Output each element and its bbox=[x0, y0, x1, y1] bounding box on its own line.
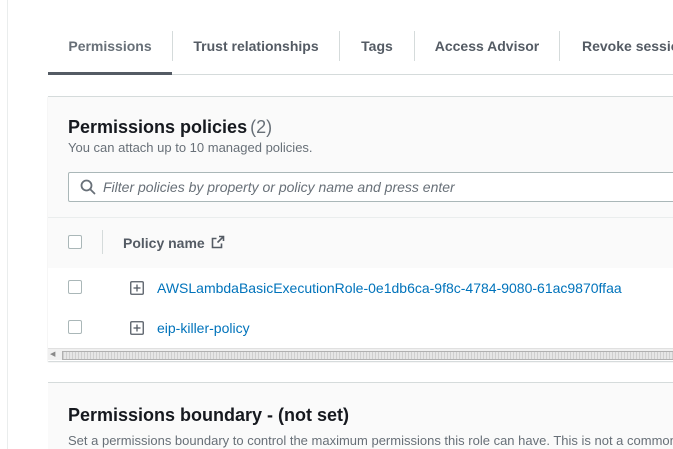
panel-header: Permissions policies (2) You can attach u… bbox=[48, 97, 673, 217]
left-divider bbox=[7, 0, 8, 449]
scrollbar-thumb[interactable] bbox=[62, 351, 673, 360]
permissions-boundary-panel: Permissions boundary - (not set) Set a p… bbox=[48, 382, 673, 449]
panel-description: You can attach up to 10 managed policies… bbox=[68, 140, 313, 155]
panel-title-text: Permissions policies bbox=[68, 117, 248, 137]
search-input[interactable] bbox=[103, 176, 663, 198]
tab-trust-relationships[interactable]: Trust relationships bbox=[173, 28, 339, 74]
tab-bar: Permissions Trust relationships Tags Acc… bbox=[48, 28, 673, 75]
boundary-title: Permissions boundary - (not set) bbox=[68, 405, 350, 425]
row-checkbox[interactable] bbox=[68, 280, 82, 294]
panel-title: Permissions policies (2) bbox=[68, 117, 272, 138]
boundary-description: Set a permissions boundary to control th… bbox=[68, 433, 673, 448]
horizontal-scrollbar[interactable]: ◀ bbox=[48, 348, 673, 360]
table-header: Policy name bbox=[48, 217, 673, 269]
policy-filter[interactable] bbox=[68, 172, 673, 202]
policy-link[interactable]: AWSLambdaBasicExecutionRole-0e1db6ca-9f8… bbox=[157, 280, 622, 296]
policy-count: (2) bbox=[250, 117, 273, 137]
tab-revoke-sessions[interactable]: Revoke sessions bbox=[560, 28, 673, 74]
expand-plus-icon[interactable] bbox=[130, 321, 144, 335]
permissions-policies-panel: Permissions policies (2) You can attach u… bbox=[48, 96, 673, 361]
role-details-page: Permissions Trust relationships Tags Acc… bbox=[0, 0, 673, 449]
scroll-left-arrow-icon[interactable]: ◀ bbox=[50, 350, 55, 359]
table-row: AWSLambdaBasicExecutionRole-0e1db6ca-9f8… bbox=[48, 268, 673, 309]
tab-access-advisor[interactable]: Access Advisor bbox=[415, 28, 559, 74]
tab-permissions[interactable]: Permissions bbox=[48, 28, 172, 75]
search-icon bbox=[80, 179, 96, 195]
row-checkbox[interactable] bbox=[68, 320, 82, 334]
column-divider bbox=[102, 230, 103, 254]
column-header-policy-name[interactable]: Policy name bbox=[123, 235, 205, 251]
select-all-checkbox[interactable] bbox=[68, 235, 82, 249]
policy-link[interactable]: eip-killer-policy bbox=[157, 320, 250, 336]
external-link-icon[interactable] bbox=[211, 235, 225, 249]
expand-plus-icon[interactable] bbox=[130, 281, 144, 295]
table-row: eip-killer-policy bbox=[48, 308, 673, 349]
tab-tags[interactable]: Tags bbox=[340, 28, 414, 74]
